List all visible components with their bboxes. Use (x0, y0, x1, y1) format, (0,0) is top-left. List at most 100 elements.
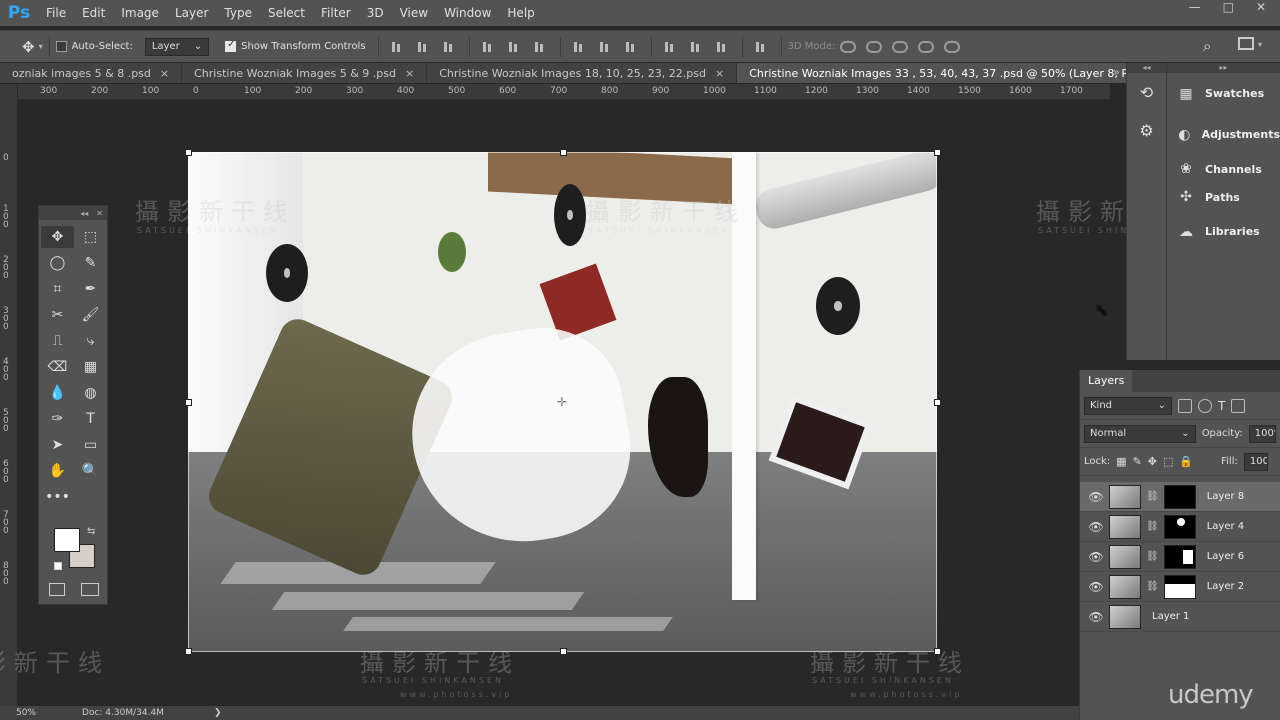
panel-channels[interactable]: ❀ Channels (1167, 155, 1280, 183)
layer-row[interactable]: 👁 Layer 1 (1080, 602, 1280, 632)
align-top-icon[interactable] (391, 40, 405, 54)
layer-row[interactable]: 👁 ⛓ Layer 8 (1080, 482, 1280, 512)
mask-link-icon[interactable]: ⛓ (1146, 491, 1159, 502)
crop-tool-icon[interactable]: ⌗ (41, 278, 74, 300)
stamp-tool-icon[interactable]: ⎍ (41, 330, 74, 352)
layer-filter-kind-dropdown[interactable]: Kind ⌄ (1084, 396, 1172, 415)
tab-document-1[interactable]: ozniak images 5 & 8 .psd × (0, 63, 183, 83)
menu-image[interactable]: Image (113, 6, 167, 20)
layer-thumbnail[interactable] (1109, 544, 1141, 569)
3d-pan-icon[interactable] (892, 40, 909, 53)
workspace-chevron-icon[interactable]: ▾ (1258, 40, 1262, 49)
dock-collapse-icon[interactable]: ◂◂ (1127, 63, 1166, 73)
transform-handle-bc[interactable] (560, 648, 567, 655)
hand-tool-icon[interactable]: ✋ (41, 460, 74, 482)
zoom-level[interactable]: 50% (16, 708, 36, 718)
visibility-eye-icon[interactable]: 👁 (1088, 520, 1104, 534)
auto-align-icon[interactable] (755, 40, 769, 54)
path-select-tool-icon[interactable]: ➤ (41, 434, 74, 456)
tab-overflow-icon[interactable]: » (1113, 65, 1120, 79)
blur-tool-icon[interactable]: 💧 (41, 382, 74, 404)
fill-input[interactable]: 100% (1243, 452, 1268, 471)
auto-select-checkbox[interactable] (55, 41, 67, 52)
lock-all-icon[interactable]: 🔒 (1179, 455, 1193, 468)
distribute-right-icon[interactable] (716, 40, 730, 54)
visibility-eye-icon[interactable]: 👁 (1088, 550, 1104, 564)
zoom-tool-icon[interactable]: 🔍 (74, 460, 107, 482)
align-vcenter-icon[interactable] (417, 40, 431, 54)
transform-handle-tc[interactable] (560, 149, 567, 156)
menu-help[interactable]: Help (499, 6, 542, 20)
dock-expand-icon[interactable]: ▸▸ (1167, 63, 1280, 73)
show-transform-checkbox[interactable] (225, 39, 237, 52)
transform-handle-tl[interactable] (185, 149, 192, 156)
vertical-ruler[interactable]: 0 1 0 0 2 0 0 3 0 0 4 0 0 5 0 0 6 0 0 7 0 0 8 0 … (0, 84, 18, 706)
gradient-tool-icon[interactable]: ▦ (74, 356, 107, 378)
close-icon[interactable]: × (160, 67, 169, 80)
distribute-bottom-icon[interactable] (625, 40, 639, 54)
menu-edit[interactable]: Edit (74, 6, 113, 20)
layer-mask-thumbnail[interactable] (1163, 544, 1196, 569)
layer-name[interactable]: Layer 8 (1207, 491, 1244, 502)
panel-paths[interactable]: ✣ Paths (1167, 183, 1280, 211)
menu-type[interactable]: Type (216, 6, 260, 20)
opacity-input[interactable]: 100% (1248, 424, 1276, 443)
layer-name[interactable]: Layer 2 (1207, 581, 1244, 592)
align-hcenter-icon[interactable] (508, 40, 522, 54)
transform-handle-mr[interactable] (934, 399, 941, 406)
move-tool-icon[interactable]: ✥ (22, 38, 35, 56)
menu-layer[interactable]: Layer (167, 6, 216, 20)
layer-name[interactable]: Layer 4 (1207, 521, 1244, 532)
move-tool-icon[interactable]: ✥ (41, 226, 74, 248)
swap-colors-icon[interactable]: ⇆ (87, 526, 95, 537)
layer-thumbnail[interactable] (1109, 484, 1141, 509)
default-colors-icon[interactable] (54, 562, 62, 570)
layer-mask-thumbnail[interactable] (1163, 514, 1196, 539)
close-icon[interactable]: × (715, 67, 724, 80)
workspace-icon[interactable] (1238, 37, 1254, 50)
filter-shape-icon[interactable] (1231, 398, 1246, 413)
visibility-eye-icon[interactable]: 👁 (1088, 490, 1104, 504)
eyedropper-tool-icon[interactable]: ✒ (74, 278, 107, 300)
visibility-eye-icon[interactable]: 👁 (1088, 610, 1104, 624)
mask-link-icon[interactable]: ⛓ (1146, 581, 1159, 592)
filter-type-icon[interactable]: T (1218, 399, 1225, 413)
filter-adjustment-icon[interactable] (1198, 398, 1212, 413)
collapse-icon[interactable]: ◂◂ (80, 209, 88, 218)
tab-document-3[interactable]: Christine Wozniak Images 18, 10, 25, 23,… (427, 63, 738, 83)
transform-center-crosshair-icon[interactable]: ✛ (557, 395, 567, 409)
distribute-top-icon[interactable] (573, 40, 587, 54)
filter-pixel-icon[interactable] (1178, 398, 1192, 413)
blend-mode-dropdown[interactable]: Normal ⌄ (1084, 424, 1196, 443)
brush-tool-icon[interactable]: 🖌 (74, 304, 107, 326)
layer-mask-thumbnail[interactable] (1163, 574, 1196, 599)
lock-position-icon[interactable]: ✥ (1148, 455, 1157, 468)
tab-document-active[interactable]: Christine Wozniak Images 33 , 53, 40, 43… (737, 63, 1126, 83)
panel-libraries[interactable]: ☁ Libraries (1167, 211, 1280, 252)
3d-rotate-icon[interactable] (840, 40, 857, 53)
mask-link-icon[interactable]: ⛓ (1146, 521, 1159, 532)
eraser-tool-icon[interactable]: ⌫ (41, 356, 74, 378)
menu-window[interactable]: Window (436, 6, 499, 20)
lasso-tool-icon[interactable]: ◯ (41, 252, 74, 274)
close-button[interactable]: ✕ (1256, 0, 1266, 14)
layer-thumbnail[interactable] (1109, 604, 1141, 629)
distribute-hcenter-icon[interactable] (690, 40, 704, 54)
transform-handle-tr[interactable] (934, 149, 941, 156)
layer-name[interactable]: Layer 1 (1152, 611, 1189, 622)
type-tool-icon[interactable]: T (74, 408, 107, 430)
align-left-icon[interactable] (482, 40, 496, 54)
close-icon[interactable]: × (405, 67, 414, 80)
pen-tool-icon[interactable]: ✑ (41, 408, 74, 430)
distribute-left-icon[interactable] (664, 40, 678, 54)
menu-filter[interactable]: Filter (313, 6, 359, 20)
status-menu-arrow-icon[interactable]: ❯ (214, 708, 222, 718)
layer-row[interactable]: 👁 ⛓ Layer 2 (1080, 572, 1280, 602)
marquee-tool-icon[interactable]: ⬚ (74, 226, 107, 248)
layer-mask-thumbnail[interactable] (1163, 484, 1196, 509)
3d-slide-icon[interactable] (918, 40, 935, 53)
lock-artboard-icon[interactable]: ⬚ (1163, 455, 1173, 468)
align-bottom-icon[interactable] (443, 40, 457, 54)
menu-view[interactable]: View (392, 6, 436, 20)
layer-thumbnail[interactable] (1109, 514, 1141, 539)
